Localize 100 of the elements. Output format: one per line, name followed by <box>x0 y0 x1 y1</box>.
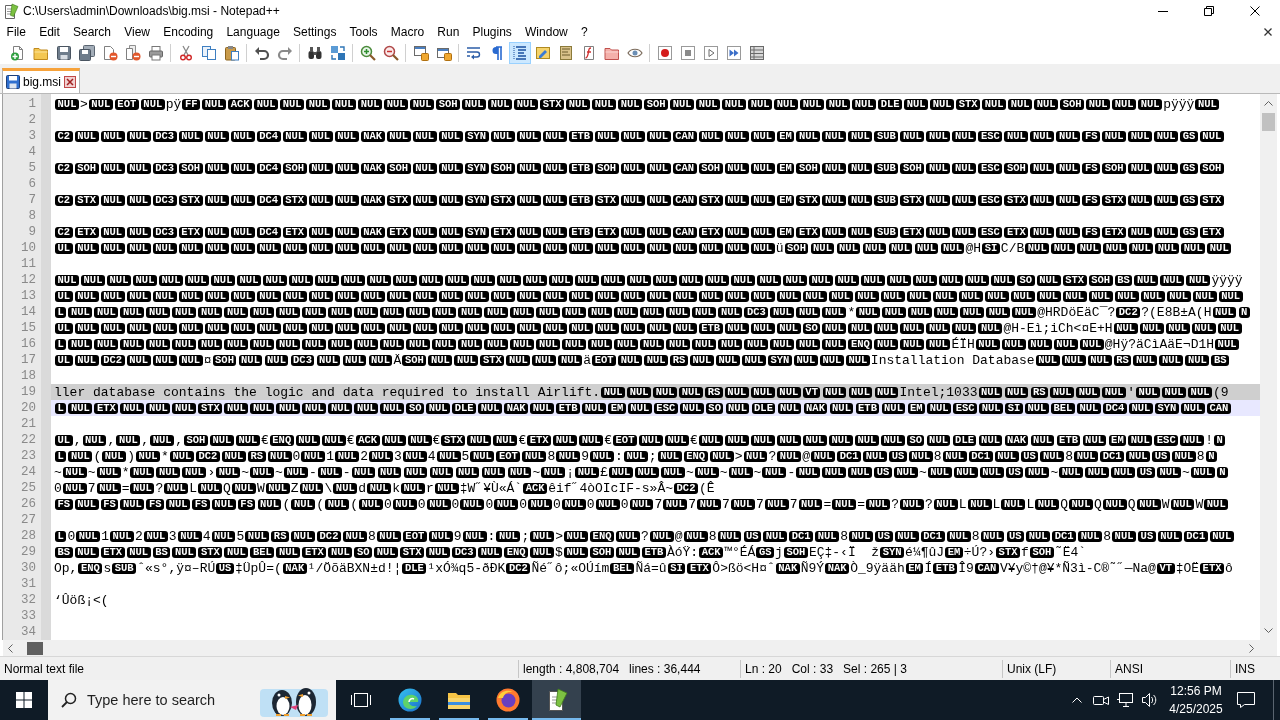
menu-item[interactable]: Settings <box>286 23 343 41</box>
speech-bubble-icon[interactable] <box>1236 691 1256 709</box>
chevron-right-icon[interactable] <box>1249 643 1254 653</box>
window-square-icon[interactable] <box>412 45 429 61</box>
folder-icon[interactable] <box>603 45 620 61</box>
line-text: ‡OË <box>1175 560 1200 576</box>
control-character: NUL <box>1156 466 1181 478</box>
control-character: ENQ <box>848 338 873 350</box>
control-character: NUL <box>335 450 360 462</box>
control-character: NUL <box>986 306 1011 318</box>
menu-item[interactable]: Language <box>219 23 287 41</box>
control-character: NUL <box>250 466 274 478</box>
file-tab[interactable]: big.msi <box>2 68 80 93</box>
clock-time[interactable]: 12:56 PM <box>1170 682 1222 700</box>
control-character: NUL <box>159 274 183 286</box>
clipboard-icon[interactable] <box>223 45 240 61</box>
monitor-icon[interactable] <box>1117 692 1133 708</box>
pages-minus-icon[interactable] <box>124 45 141 61</box>
menu-item[interactable]: Search <box>66 23 118 41</box>
record-icon[interactable] <box>656 45 673 61</box>
control-character: NUL <box>169 450 194 462</box>
menu-item[interactable]: View <box>117 23 157 41</box>
control-character: STX <box>400 546 425 558</box>
list-grid-icon[interactable] <box>748 45 765 61</box>
search-field[interactable]: Type here to search <box>87 690 260 710</box>
page-plus-icon[interactable] <box>9 45 26 61</box>
menu-item[interactable]: Tools <box>342 23 385 41</box>
control-character: SUB <box>874 130 899 142</box>
control-character: SOH <box>212 354 237 366</box>
control-character: NUL <box>1128 402 1153 414</box>
line-number: 26 <box>21 497 36 511</box>
control-character: NUL <box>74 546 99 558</box>
wrap-lines-icon[interactable] <box>465 45 482 61</box>
minimize-icon[interactable] <box>1158 10 1168 12</box>
line-text: ‡ÜpÛ=( <box>234 560 282 576</box>
control-character: NUL <box>250 338 275 350</box>
pencil-page-icon[interactable] <box>534 45 551 61</box>
window-square-icon[interactable] <box>435 45 452 61</box>
control-character: UL <box>55 434 73 446</box>
menu-item[interactable]: Macro <box>384 23 431 41</box>
menu-item[interactable]: Plugins <box>465 23 519 41</box>
chevron-left-icon[interactable] <box>8 643 13 653</box>
menu-item[interactable]: Edit <box>32 23 67 41</box>
control-character: NUL <box>802 290 827 302</box>
speaker-icon[interactable] <box>1141 692 1157 708</box>
fast-forward-icon[interactable] <box>725 45 742 61</box>
magnifier-plus-icon[interactable] <box>359 45 376 61</box>
control-character: NUL <box>826 98 851 110</box>
clock-date[interactable]: 4/25/2025 <box>1169 700 1223 718</box>
control-character: NUL <box>276 338 301 350</box>
printer-icon[interactable] <box>147 45 164 61</box>
control-character: NUL <box>1195 98 1220 110</box>
page-lines-icon[interactable] <box>557 45 574 61</box>
close-icon[interactable] <box>1264 28 1272 36</box>
camera-icon[interactable] <box>1093 694 1109 706</box>
line-number: 12 <box>21 273 36 287</box>
control-character: NUL <box>68 306 93 318</box>
close-icon[interactable] <box>1250 6 1260 16</box>
menu-item[interactable]: File <box>0 23 33 41</box>
magnifier-minus-icon[interactable] <box>382 45 399 61</box>
control-character: NUL <box>750 162 775 174</box>
binoculars-icon[interactable] <box>306 45 323 61</box>
control-character: SOH <box>184 434 208 446</box>
control-character: ETX <box>796 226 821 238</box>
restore-icon[interactable] <box>1204 6 1214 16</box>
folder-icon[interactable] <box>32 45 49 61</box>
line-number: 19 <box>21 385 36 399</box>
curved-arrow-left-icon[interactable] <box>253 45 270 61</box>
control-character: NUL <box>1165 322 1190 334</box>
menu-item[interactable]: Encoding <box>156 23 220 41</box>
scroll-thumb[interactable] <box>1262 113 1275 131</box>
scissors-icon[interactable] <box>177 45 194 61</box>
squares-arrows-icon[interactable] <box>329 45 346 61</box>
control-character: NUL <box>530 530 555 542</box>
page-minus-icon[interactable] <box>101 45 118 61</box>
line-text: W <box>1161 496 1170 512</box>
control-character: NUL <box>94 338 119 350</box>
window-panes-icon[interactable] <box>16 692 32 708</box>
control-character: US <box>875 530 893 542</box>
chevron-down-icon[interactable] <box>1264 628 1273 633</box>
control-character: SUB <box>112 562 137 574</box>
stop-icon[interactable] <box>679 45 696 61</box>
control-character: STX <box>1199 194 1224 206</box>
play-icon[interactable] <box>702 45 719 61</box>
curved-arrow-right-icon[interactable] <box>276 45 293 61</box>
menu-item[interactable]: Window <box>518 23 575 41</box>
two-pages-icon[interactable] <box>200 45 217 61</box>
taskbar-button[interactable] <box>532 680 581 720</box>
scroll-thumb[interactable] <box>27 641 43 655</box>
floppy-disks-icon[interactable] <box>78 45 95 61</box>
search-box[interactable]: Type here to search <box>48 680 336 720</box>
control-character: NUL <box>438 130 463 142</box>
menu-item[interactable]: ? <box>574 23 595 41</box>
control-character: NUL <box>250 306 275 318</box>
menu-item[interactable]: Run <box>430 23 466 41</box>
control-character: NUL <box>1102 386 1127 398</box>
indent-lines-icon[interactable] <box>508 42 531 64</box>
control-character: NUL <box>216 466 241 478</box>
control-character: ENQ <box>504 546 529 558</box>
control-character: NUL <box>946 530 971 542</box>
